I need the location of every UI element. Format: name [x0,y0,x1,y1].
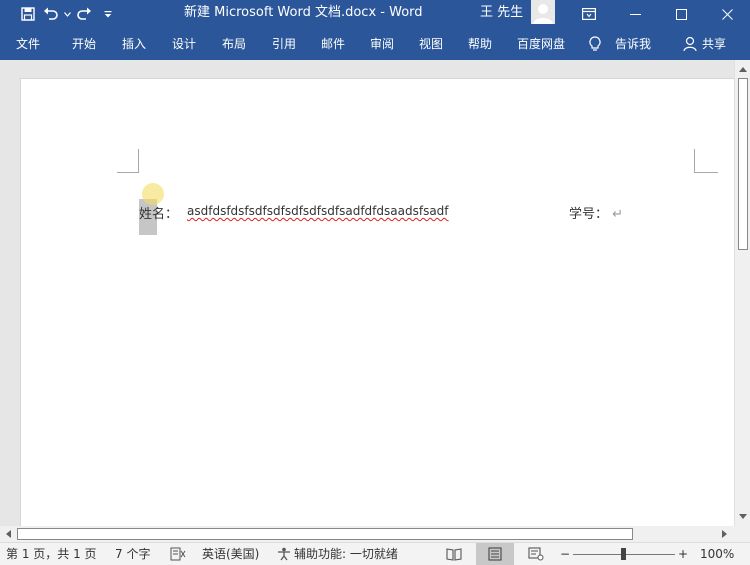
web-layout-icon[interactable] [528,547,544,561]
tab-references[interactable]: 引用 [272,28,296,60]
tab-home[interactable]: 开始 [72,28,96,60]
zoom-slider-thumb[interactable] [621,548,626,560]
redo-button[interactable] [73,0,95,28]
undo-button[interactable] [41,0,61,28]
scroll-down-button[interactable] [735,508,750,524]
tab-file[interactable]: 文件 [16,28,40,60]
tab-insert[interactable]: 插入 [122,28,146,60]
ribbon-tab-bar: 文件 开始 插入 设计 布局 引用 邮件 审阅 视图 帮助 百度网盘 告诉我 共… [0,28,750,60]
chevron-down-icon [63,11,71,17]
document-page[interactable]: 姓名： asdfdsfdsfsdfsdfsdfsdfsdfsadfdfdsaad… [20,78,734,526]
save-button[interactable] [15,0,41,28]
tab-mailings[interactable]: 邮件 [321,28,345,60]
lightbulb-icon [589,36,601,51]
tab-layout[interactable]: 布局 [222,28,246,60]
crop-mark-top-left [117,149,139,173]
tab-help[interactable]: 帮助 [468,28,492,60]
minimize-button[interactable] [612,0,658,28]
zoom-level[interactable]: 100% [700,543,734,565]
scroll-left-button[interactable] [0,526,16,542]
vertical-scroll-thumb[interactable] [738,78,748,250]
avatar[interactable] [531,0,555,24]
close-icon [721,8,733,20]
scroll-up-button[interactable] [735,61,750,77]
misspelled-text: asdfdsfdsfsdfsdfsdfsdfsdfsadfdfdsaadsfsa… [187,204,449,218]
zoom-in-button[interactable]: + [678,543,688,565]
macro-record-icon[interactable] [170,547,186,561]
name-colon: ： [165,207,179,222]
crop-mark-top-right [694,149,718,173]
zoom-out-button[interactable]: − [560,543,570,565]
scroll-down-icon [738,513,747,519]
quick-access-toolbar [0,0,121,28]
tab-review[interactable]: 审阅 [370,28,394,60]
undo-icon [44,7,58,20]
mouse-cursor-highlight [142,183,164,205]
ribbon-display-icon [582,8,596,20]
name-label[interactable]: 姓名： [139,203,178,222]
paragraph-mark: ↵ [612,207,624,222]
horizontal-scroll-thumb[interactable] [17,528,633,540]
redo-icon [77,7,91,20]
scroll-right-button[interactable] [716,526,732,542]
name-value-text[interactable]: asdfdsfdsfsdfsdfsdfsdfsdfsadfdfdsaadsfsa… [187,204,449,218]
tab-baidu-netdisk[interactable]: 百度网盘 [517,28,565,60]
save-icon [21,7,35,21]
print-layout-icon[interactable] [488,547,502,561]
close-button[interactable] [704,0,750,28]
word-count-status[interactable]: 7 个字 [115,543,150,565]
tell-me-search[interactable]: 告诉我 [615,28,651,60]
language-status[interactable]: 英语(美国) [202,543,259,565]
accessibility-icon [278,547,290,561]
scroll-left-icon [5,530,11,538]
read-mode-icon[interactable] [446,547,462,561]
page-number-status[interactable]: 第 1 页，共 1 页 [6,543,97,565]
window-title: 新建 Microsoft Word 文档.docx - Word [184,5,423,20]
student-id-colon: ： [595,207,609,222]
title-bar: 新建 Microsoft Word 文档.docx - Word 王 先生 [0,0,750,28]
share-button[interactable]: 共享 [702,28,726,60]
ribbon-display-options-button[interactable] [566,0,612,28]
customize-qat-button[interactable] [95,0,121,28]
student-id-label[interactable]: 学号： ↵ [569,203,623,222]
scroll-up-icon [738,66,747,72]
name-label-text: 姓名 [139,207,166,222]
user-name[interactable]: 王 先生 [480,0,523,28]
maximize-icon [675,8,687,20]
tab-view[interactable]: 视图 [419,28,443,60]
undo-dropdown-button[interactable] [61,0,73,28]
status-bar: 第 1 页，共 1 页 7 个字 英语(美国) 辅助功能: 一切就绪 − + 1… [0,542,750,565]
student-id-label-text: 学号 [569,207,596,222]
tab-design[interactable]: 设计 [172,28,196,60]
horizontal-scrollbar[interactable] [0,526,750,542]
share-person-icon [683,36,697,52]
customize-qat-icon [104,10,112,17]
scroll-right-icon [721,530,727,538]
maximize-button[interactable] [658,0,704,28]
minimize-icon [629,13,641,15]
vertical-scrollbar[interactable] [734,60,750,526]
user-avatar-icon [533,4,553,24]
accessibility-status[interactable]: 辅助功能: 一切就绪 [294,543,398,565]
document-workspace: 姓名： asdfdsfdsfsdfsdfsdfsdfsdfsadfdfdsaad… [0,60,734,526]
